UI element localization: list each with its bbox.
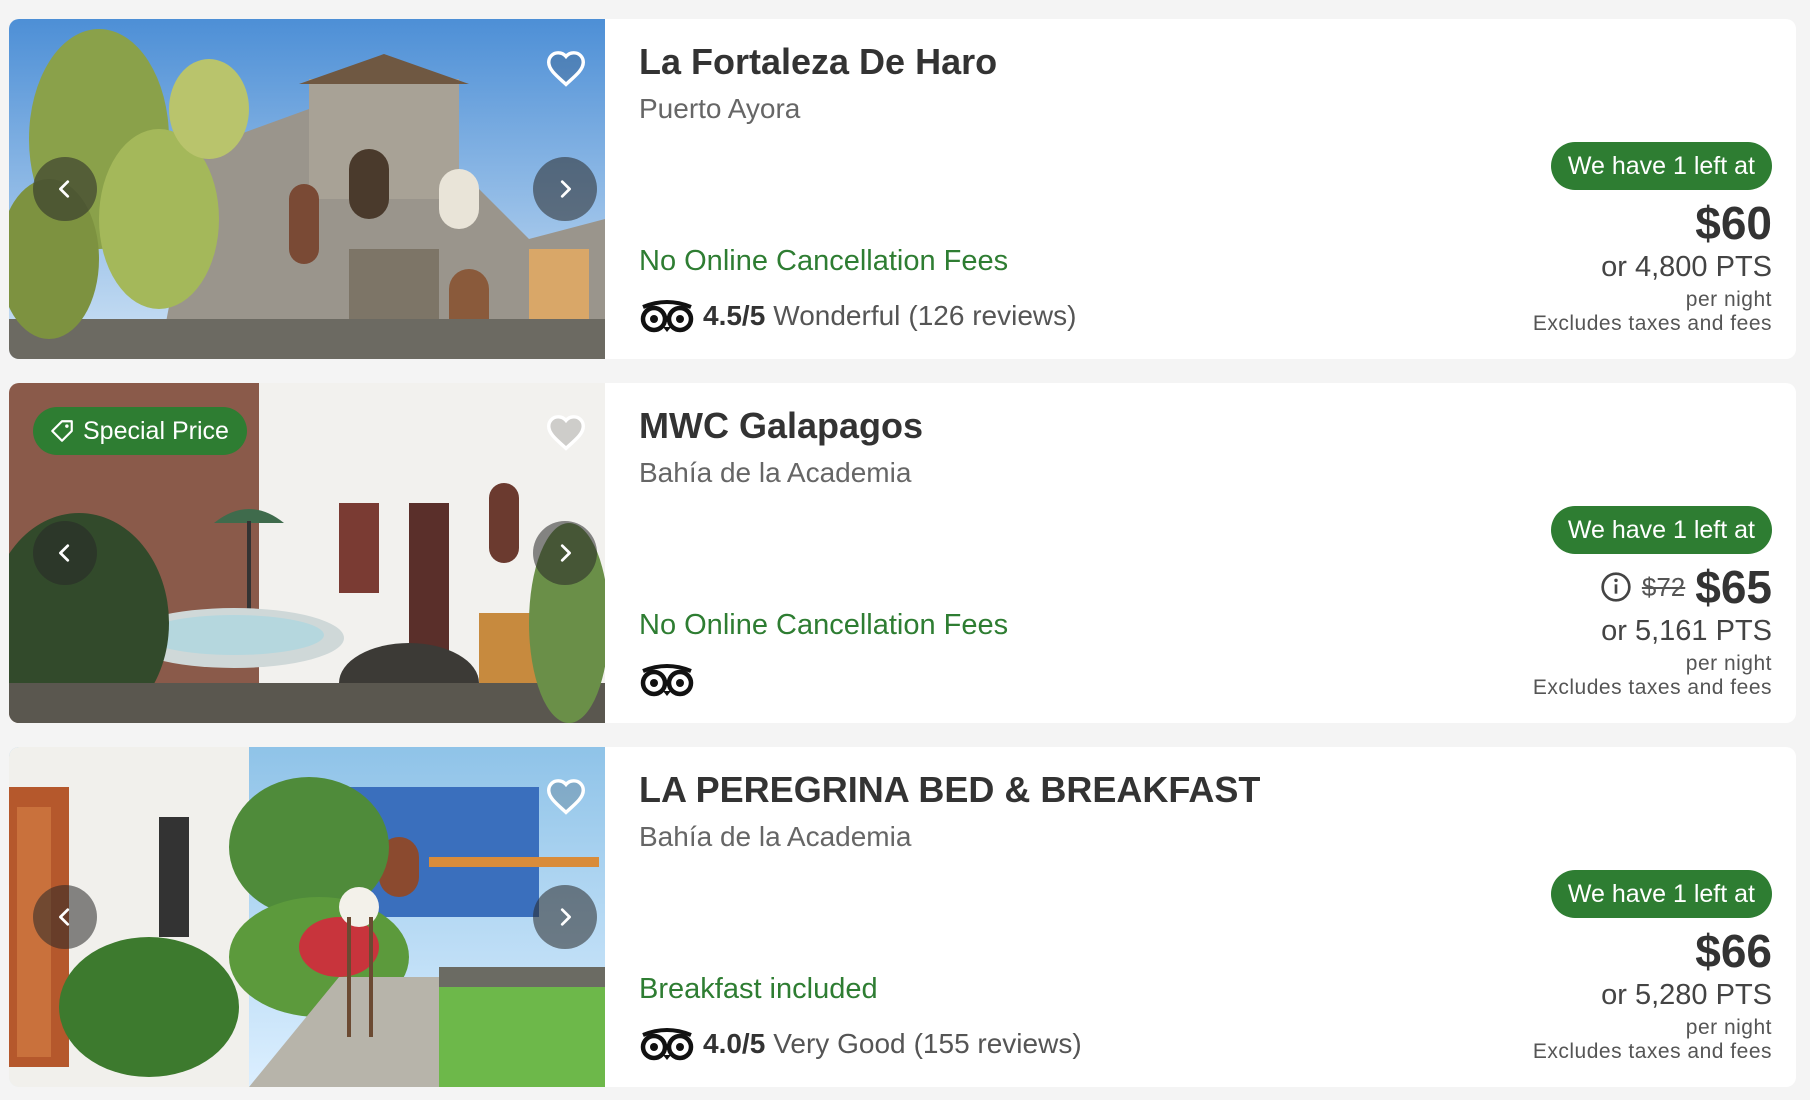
carousel-prev-button[interactable] (33, 885, 97, 949)
special-price-badge: Special Price (33, 407, 247, 455)
hotel-card[interactable]: Special Price MWC Galapagos Bahía de la … (9, 383, 1796, 723)
per-night-label: per night (1685, 1016, 1772, 1039)
points-price: or 4,800 PTS (1601, 251, 1772, 283)
hotel-photo-carousel[interactable] (9, 747, 605, 1087)
availability-badge: We have 1 left at (1550, 870, 1772, 918)
hotel-area: Bahía de la Academia (639, 821, 912, 852)
heart-outline-icon (546, 415, 586, 451)
availability-badge: We have 1 left at (1550, 506, 1772, 554)
tripadvisor-owl-icon (640, 300, 694, 333)
heart-outline-icon (546, 51, 586, 87)
price-block: We have 1 left at $66 or 5,280 PTS per n… (1172, 747, 1772, 1087)
hotel-name[interactable]: LA PEREGRINA BED & BREAKFAST (639, 769, 1260, 811)
hotel-card[interactable]: LA PEREGRINA BED & BREAKFAST Bahía de la… (9, 747, 1796, 1087)
price-row: $60 (1695, 195, 1772, 251)
price-row: $66 (1695, 923, 1772, 979)
hotel-card[interactable]: La Fortaleza De Haro Puerto Ayora No Onl… (9, 19, 1796, 359)
special-price-label: Special Price (83, 416, 229, 445)
nightly-price: $60 (1695, 197, 1772, 249)
review-count[interactable]: (126 reviews) (908, 300, 1076, 332)
carousel-next-button[interactable] (533, 521, 597, 585)
hotel-results-list: La Fortaleza De Haro Puerto Ayora No Onl… (0, 0, 1810, 1100)
hotel-photo (9, 747, 605, 1087)
tax-note: Excludes taxes and fees (1532, 312, 1772, 335)
hotel-photo-carousel[interactable]: Special Price (9, 383, 605, 723)
original-price: $72 (1641, 571, 1686, 602)
rating-score: 4.5/5 (703, 300, 766, 331)
rating-label: Very Good (773, 1028, 906, 1059)
points-price: or 5,280 PTS (1601, 979, 1772, 1011)
nightly-price: $65 (1695, 561, 1772, 613)
tax-note: Excludes taxes and fees (1532, 1040, 1772, 1063)
hotel-perk: No Online Cancellation Fees (639, 245, 1009, 277)
nightly-price: $66 (1695, 925, 1772, 977)
chevron-left-icon (59, 908, 70, 926)
points-price: or 5,161 PTS (1601, 615, 1772, 647)
hotel-rating (639, 660, 695, 700)
favorite-button[interactable] (541, 773, 591, 819)
carousel-next-button[interactable] (533, 885, 597, 949)
chevron-right-icon (560, 180, 571, 198)
price-block: We have 1 left at $60 or 4,800 PTS per n… (1172, 19, 1772, 359)
rating-score: 4.0/5 (703, 1028, 766, 1059)
hotel-name[interactable]: MWC Galapagos (639, 405, 923, 447)
hotel-photo (9, 19, 605, 359)
hotel-perk: No Online Cancellation Fees (639, 609, 1009, 641)
hotel-area: Puerto Ayora (639, 93, 801, 124)
chevron-left-icon (59, 180, 70, 198)
price-row: $72 $65 (1600, 559, 1772, 615)
tax-note: Excludes taxes and fees (1532, 676, 1772, 699)
review-count[interactable]: (155 reviews) (914, 1028, 1082, 1060)
chevron-right-icon (560, 544, 571, 562)
carousel-prev-button[interactable] (33, 157, 97, 221)
availability-badge: We have 1 left at (1550, 142, 1772, 190)
per-night-label: per night (1685, 288, 1772, 311)
price-block: We have 1 left at $72 $65 or 5,161 PTS p… (1172, 383, 1772, 723)
heart-outline-icon (546, 779, 586, 815)
hotel-perk: Breakfast included (639, 973, 878, 1005)
hotel-area: Bahía de la Academia (639, 457, 912, 488)
carousel-next-button[interactable] (533, 157, 597, 221)
favorite-button[interactable] (541, 409, 591, 455)
rating-label: Wonderful (773, 300, 901, 331)
favorite-button[interactable] (541, 45, 591, 91)
carousel-prev-button[interactable] (33, 521, 97, 585)
tripadvisor-owl-icon (640, 1028, 694, 1061)
hotel-rating: 4.5/5 Wonderful (126 reviews) (639, 296, 1076, 336)
tripadvisor-owl-icon (640, 664, 694, 697)
chevron-left-icon (59, 544, 70, 562)
per-night-label: per night (1685, 652, 1772, 675)
chevron-right-icon (560, 908, 571, 926)
info-circle-icon[interactable] (1600, 571, 1632, 603)
hotel-photo-carousel[interactable] (9, 19, 605, 359)
hotel-rating: 4.0/5 Very Good (155 reviews) (639, 1024, 1082, 1064)
hotel-name[interactable]: La Fortaleza De Haro (639, 41, 997, 83)
price-tag-icon (51, 420, 73, 442)
